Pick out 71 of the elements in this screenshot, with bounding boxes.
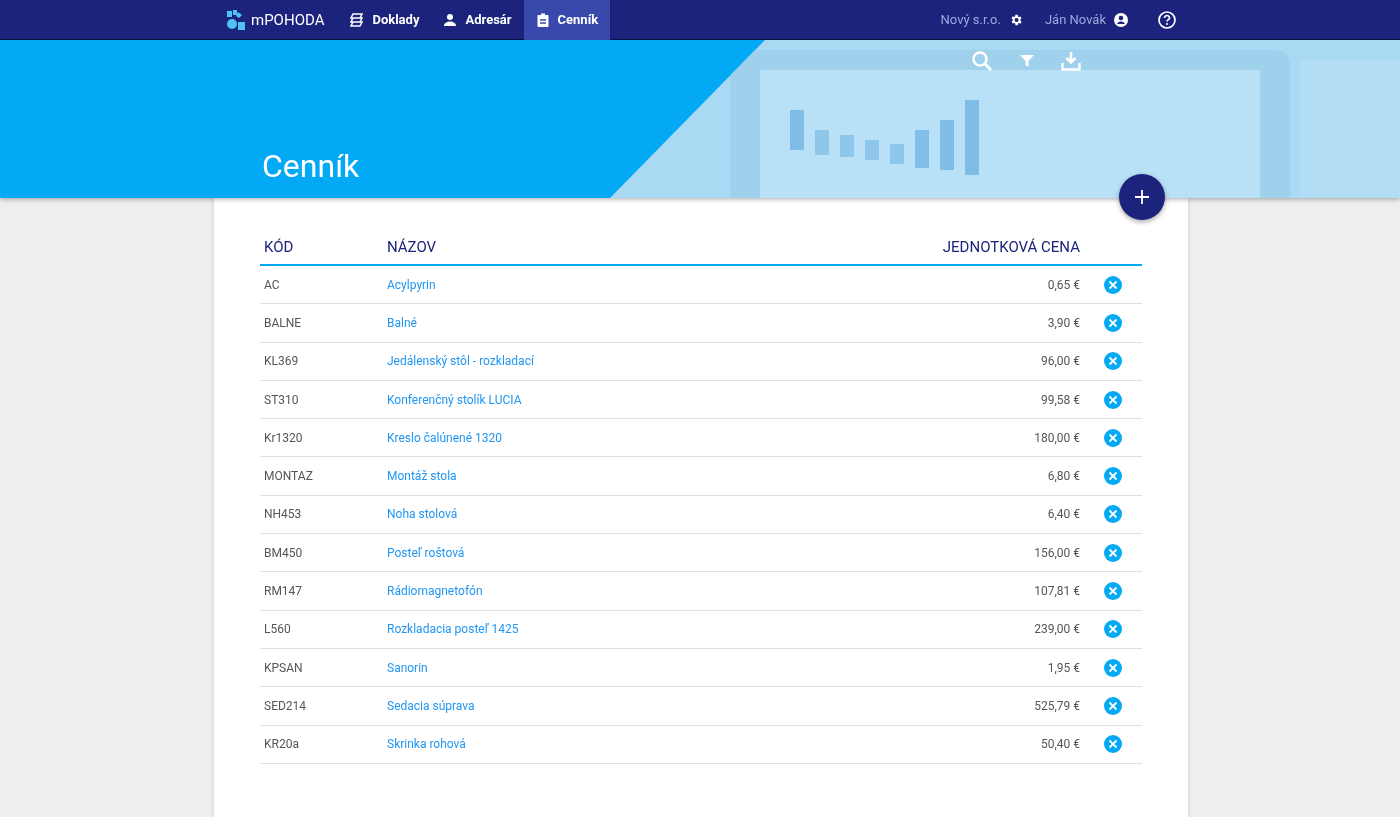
account-icon[interactable] — [1114, 12, 1128, 27]
code-cell: KR20a — [264, 737, 299, 752]
nav-tab[interactable]: Adresár — [431, 0, 524, 40]
plus-icon — [1135, 190, 1149, 204]
item-name-link[interactable]: Konferenčný stolík LUCIA — [387, 392, 522, 407]
remove-icon[interactable] — [1104, 505, 1122, 524]
price-cell: 3,90 € — [1047, 315, 1080, 330]
price-cell: 525,79 € — [1034, 698, 1080, 713]
page-title: Cenník — [262, 147, 360, 185]
remove-icon[interactable] — [1104, 696, 1122, 715]
item-name-link[interactable]: Montáž stola — [387, 469, 457, 484]
code-cell: MONTAZ — [264, 469, 313, 484]
remove-icon[interactable] — [1104, 467, 1122, 486]
column-header: KÓD — [260, 229, 383, 265]
nav-tab[interactable]: Doklady — [338, 0, 432, 40]
price-cell: 6,80 € — [1047, 469, 1080, 484]
item-name-link[interactable]: Noha stolová — [387, 507, 458, 522]
search-icon[interactable] — [971, 50, 993, 72]
remove-icon[interactable] — [1104, 658, 1122, 677]
price-cell: 0,65 € — [1047, 277, 1080, 292]
price-cell: 6,40 € — [1047, 507, 1080, 522]
company-link[interactable]: Nový s.r.o. — [940, 12, 1001, 27]
remove-icon[interactable] — [1104, 313, 1122, 332]
code-cell: ST310 — [264, 392, 299, 407]
price-cell: 156,00 € — [1034, 545, 1080, 560]
remove-icon[interactable] — [1104, 735, 1122, 754]
stack-icon — [350, 12, 365, 27]
item-name-link[interactable]: Sedacia súprava — [387, 698, 475, 713]
price-cell: 99,58 € — [1040, 392, 1080, 407]
code-cell: BM450 — [264, 545, 303, 560]
clipboard-icon — [535, 12, 550, 27]
help-icon[interactable] — [1158, 10, 1176, 29]
code-cell: KPSAN — [264, 660, 303, 675]
item-name-link[interactable]: Rádiomagnetofón — [387, 584, 483, 598]
column-header: NÁZOV — [383, 229, 745, 265]
remove-icon[interactable] — [1104, 275, 1122, 294]
remove-icon[interactable] — [1104, 543, 1122, 562]
item-name-link[interactable]: Rozkladacia posteľ 1425 — [387, 622, 519, 637]
column-header: JEDNOTKOVÁ CENA — [744, 229, 1084, 265]
code-cell: L560 — [264, 622, 291, 637]
code-cell: RM147 — [264, 584, 303, 598]
app-name: mPOHODA — [251, 10, 325, 29]
code-cell: KL369 — [264, 354, 299, 369]
user-link[interactable]: Ján Novák — [1044, 12, 1106, 27]
remove-icon[interactable] — [1104, 390, 1122, 409]
remove-icon[interactable] — [1104, 582, 1122, 600]
price-cell: 180,00 € — [1034, 430, 1080, 445]
code-cell: SED214 — [264, 698, 307, 713]
code-cell: AC — [264, 277, 280, 292]
code-cell: NH453 — [264, 507, 302, 522]
price-cell: 1,95 € — [1047, 660, 1080, 675]
item-name-link[interactable]: Skrinka rohová — [387, 737, 466, 752]
remove-icon[interactable] — [1104, 352, 1122, 371]
item-name-link[interactable]: Balné — [387, 315, 417, 330]
download-icon[interactable] — [1061, 51, 1081, 71]
logo-icon — [225, 9, 245, 30]
code-cell: BALNE — [264, 315, 302, 330]
remove-icon[interactable] — [1104, 620, 1122, 639]
code-cell: Kr1320 — [264, 430, 303, 445]
price-cell: 239,00 € — [1034, 622, 1080, 637]
item-name-link[interactable]: Acylpyrin — [387, 277, 436, 292]
nav-tab[interactable]: Cenník — [523, 0, 611, 40]
price-cell: 50,40 € — [1040, 737, 1080, 752]
item-name-link[interactable]: Jedálenský stôl - rozkladací — [387, 354, 534, 369]
item-name-link[interactable]: Posteľ roštová — [387, 545, 465, 560]
price-cell: 107,81 € — [1034, 584, 1080, 598]
person-icon — [443, 12, 458, 27]
item-name-link[interactable]: Kreslo čalúnené 1320 — [387, 430, 503, 445]
item-name-link[interactable]: Sanorin — [387, 660, 428, 675]
remove-icon[interactable] — [1104, 428, 1122, 447]
price-cell: 96,00 € — [1040, 354, 1080, 369]
